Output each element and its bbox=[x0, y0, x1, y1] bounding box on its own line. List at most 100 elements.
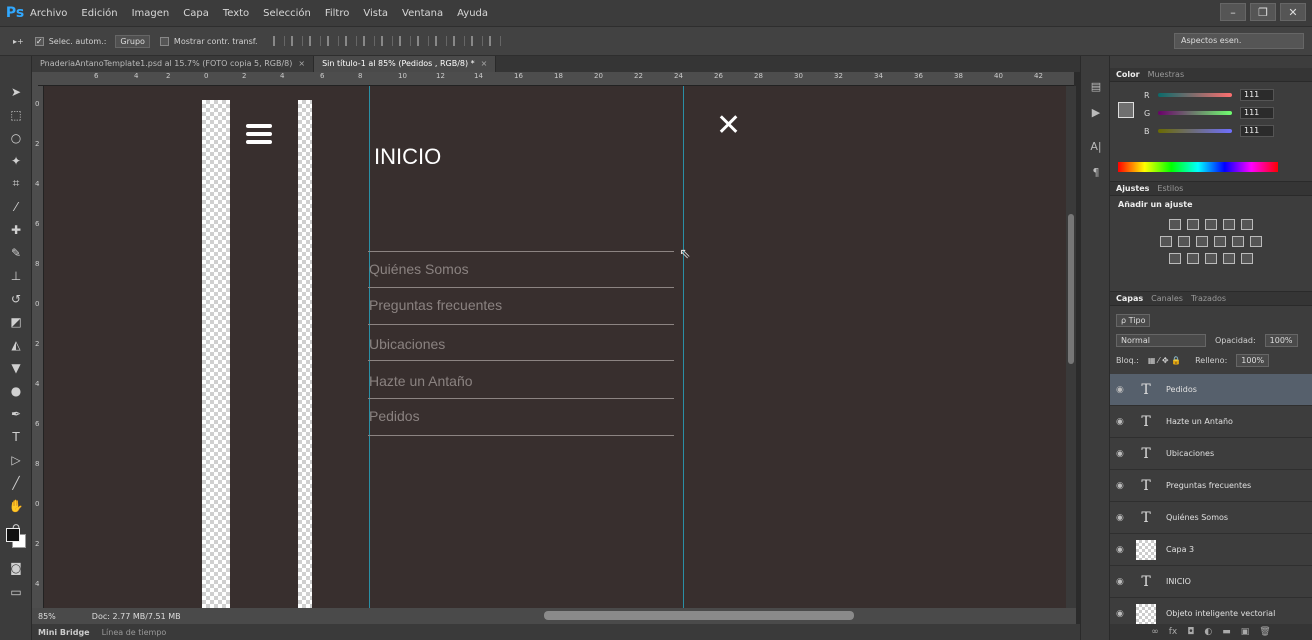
menu-ventana[interactable]: Ventana bbox=[402, 8, 443, 19]
menu-capa[interactable]: Capa bbox=[183, 8, 209, 19]
auto-align-icon[interactable] bbox=[488, 36, 501, 46]
horizontal-ruler[interactable]: 6 4 2 0 2 4 6 8 10 12 14 16 18 20 22 24 … bbox=[38, 72, 1074, 86]
quick-mask-icon[interactable]: ◙ bbox=[0, 556, 32, 579]
blue-slider[interactable] bbox=[1158, 129, 1232, 133]
character-icon[interactable]: A| bbox=[1081, 140, 1111, 162]
eye-icon[interactable]: ◉ bbox=[1116, 417, 1136, 427]
align-top-icon[interactable] bbox=[272, 36, 285, 46]
vertical-scroll-thumb[interactable] bbox=[1068, 214, 1074, 364]
lock-icons[interactable]: ▦ ⁄ ✥ 🔒 bbox=[1148, 356, 1181, 365]
color-spectrum[interactable] bbox=[1118, 162, 1278, 172]
hue-saturation-icon[interactable] bbox=[1160, 236, 1172, 247]
green-slider[interactable] bbox=[1158, 111, 1232, 115]
threshold-icon[interactable] bbox=[1205, 253, 1217, 264]
curves-icon[interactable] bbox=[1205, 219, 1217, 230]
menu-archivo[interactable]: Archivo bbox=[30, 8, 67, 19]
layer-row[interactable]: ◉ T Quiénes Somos bbox=[1110, 502, 1312, 534]
dodge-tool-icon[interactable]: ● bbox=[0, 379, 32, 402]
clone-stamp-tool-icon[interactable]: ⊥ bbox=[0, 264, 32, 287]
menu-edicion[interactable]: Edición bbox=[81, 8, 117, 19]
move-tool-icon[interactable]: ➤ bbox=[0, 80, 32, 103]
fill-input[interactable]: 100% bbox=[1236, 353, 1270, 367]
history-brush-tool-icon[interactable]: ↺ bbox=[0, 287, 32, 310]
vibrance-icon[interactable] bbox=[1241, 219, 1253, 230]
eye-icon[interactable]: ◉ bbox=[1116, 513, 1136, 523]
minimize-button[interactable]: – bbox=[1220, 3, 1246, 21]
marquee-tool-icon[interactable]: ⬚ bbox=[0, 103, 32, 126]
link-layers-icon[interactable]: ∞ bbox=[1151, 627, 1159, 637]
menu-ayuda[interactable]: Ayuda bbox=[457, 8, 488, 19]
type-tool-icon[interactable]: T bbox=[0, 425, 32, 448]
screen-mode-icon[interactable]: ▭ bbox=[0, 580, 32, 603]
eraser-tool-icon[interactable]: ◩ bbox=[0, 310, 32, 333]
layer-row[interactable]: ◉ T INICIO bbox=[1110, 566, 1312, 598]
tab-channels[interactable]: Canales bbox=[1151, 294, 1183, 303]
selective-color-icon[interactable] bbox=[1241, 253, 1253, 264]
distribute-left-icon[interactable] bbox=[434, 36, 447, 46]
green-value-input[interactable]: 111 bbox=[1240, 107, 1274, 119]
hand-tool-icon[interactable]: ✋ bbox=[0, 494, 32, 517]
tab-styles[interactable]: Estilos bbox=[1157, 184, 1183, 193]
healing-brush-tool-icon[interactable]: ✚ bbox=[0, 218, 32, 241]
opacity-input[interactable]: 100% bbox=[1264, 333, 1298, 347]
color-panel-foreground-swatch[interactable] bbox=[1118, 102, 1134, 118]
paragraph-icon[interactable]: ¶ bbox=[1081, 166, 1111, 188]
new-adjustment-icon[interactable]: ◐ bbox=[1204, 627, 1212, 637]
tab-mini-bridge[interactable]: Mini Bridge bbox=[32, 628, 96, 637]
menu-seleccion[interactable]: Selección bbox=[263, 8, 311, 19]
tab-panaderia[interactable]: PnaderiaAntanoTemplate1.psd al 15.7% (FO… bbox=[32, 56, 315, 72]
tab-timeline[interactable]: Línea de tiempo bbox=[96, 628, 173, 637]
distribute-top-icon[interactable] bbox=[380, 36, 393, 46]
align-center-icon[interactable] bbox=[344, 36, 357, 46]
eye-icon[interactable]: ◉ bbox=[1116, 577, 1136, 587]
gradient-map-icon[interactable] bbox=[1223, 253, 1235, 264]
posterize-icon[interactable] bbox=[1187, 253, 1199, 264]
red-slider[interactable] bbox=[1158, 93, 1232, 97]
zoom-level[interactable]: 85% bbox=[32, 612, 62, 621]
eye-icon[interactable]: ◉ bbox=[1116, 609, 1136, 619]
exposure-icon[interactable] bbox=[1223, 219, 1235, 230]
add-mask-icon[interactable]: ◘ bbox=[1187, 627, 1194, 637]
eye-icon[interactable]: ◉ bbox=[1116, 481, 1136, 491]
menu-texto[interactable]: Texto bbox=[223, 8, 249, 19]
distribute-right-icon[interactable] bbox=[470, 36, 483, 46]
close-icon[interactable]: × bbox=[298, 59, 305, 68]
color-balance-icon[interactable] bbox=[1178, 236, 1190, 247]
pen-tool-icon[interactable]: ✒ bbox=[0, 402, 32, 425]
invert-icon[interactable] bbox=[1169, 253, 1181, 264]
eye-icon[interactable]: ◉ bbox=[1116, 385, 1136, 395]
history-icon[interactable]: ▤ bbox=[1081, 80, 1111, 102]
workspace-select[interactable]: Aspectos esen. bbox=[1174, 33, 1304, 49]
crop-tool-icon[interactable]: ⌗ bbox=[0, 172, 32, 195]
fx-icon[interactable]: fx bbox=[1169, 627, 1178, 637]
show-transform-checkbox[interactable] bbox=[159, 36, 169, 46]
blue-value-input[interactable]: 111 bbox=[1240, 125, 1274, 137]
tab-color[interactable]: Color bbox=[1116, 70, 1140, 79]
eye-icon[interactable]: ◉ bbox=[1116, 449, 1136, 459]
tab-swatches[interactable]: Muestras bbox=[1148, 70, 1185, 79]
color-lookup-icon[interactable] bbox=[1250, 236, 1262, 247]
magic-wand-tool-icon[interactable]: ✦ bbox=[0, 149, 32, 172]
distribute-middle-icon[interactable] bbox=[398, 36, 411, 46]
layer-row[interactable]: ◉ T Pedidos bbox=[1110, 374, 1312, 406]
menu-filtro[interactable]: Filtro bbox=[325, 8, 350, 19]
align-bottom-icon[interactable] bbox=[308, 36, 321, 46]
group-select[interactable]: Grupo bbox=[115, 34, 150, 48]
horizontal-scroll-thumb[interactable] bbox=[544, 611, 854, 620]
brightness-icon[interactable] bbox=[1169, 219, 1181, 230]
tab-layers[interactable]: Capas bbox=[1116, 294, 1143, 303]
align-right-icon[interactable] bbox=[362, 36, 375, 46]
path-selection-tool-icon[interactable]: ▷ bbox=[0, 448, 32, 471]
lasso-tool-icon[interactable]: ○ bbox=[0, 126, 32, 149]
close-button[interactable]: ✕ bbox=[1280, 3, 1306, 21]
menu-imagen[interactable]: Imagen bbox=[132, 8, 170, 19]
document-canvas[interactable]: INICIO ✕ Quiénes Somos Preguntas frecuen… bbox=[44, 86, 1066, 608]
doc-size-info[interactable]: Doc: 2.77 MB/7.51 MB bbox=[92, 612, 181, 621]
restore-button[interactable]: ❐ bbox=[1250, 3, 1276, 21]
trash-icon[interactable]: 🗑 bbox=[1259, 627, 1270, 637]
layer-row[interactable]: ◉ Capa 3 bbox=[1110, 534, 1312, 566]
red-value-input[interactable]: 111 bbox=[1240, 89, 1274, 101]
tab-sin-titulo[interactable]: Sin título-1 al 85% (Pedidos , RGB/8) * × bbox=[314, 56, 497, 72]
guide-line-right[interactable] bbox=[683, 86, 684, 608]
tab-adjustments[interactable]: Ajustes bbox=[1116, 184, 1149, 193]
